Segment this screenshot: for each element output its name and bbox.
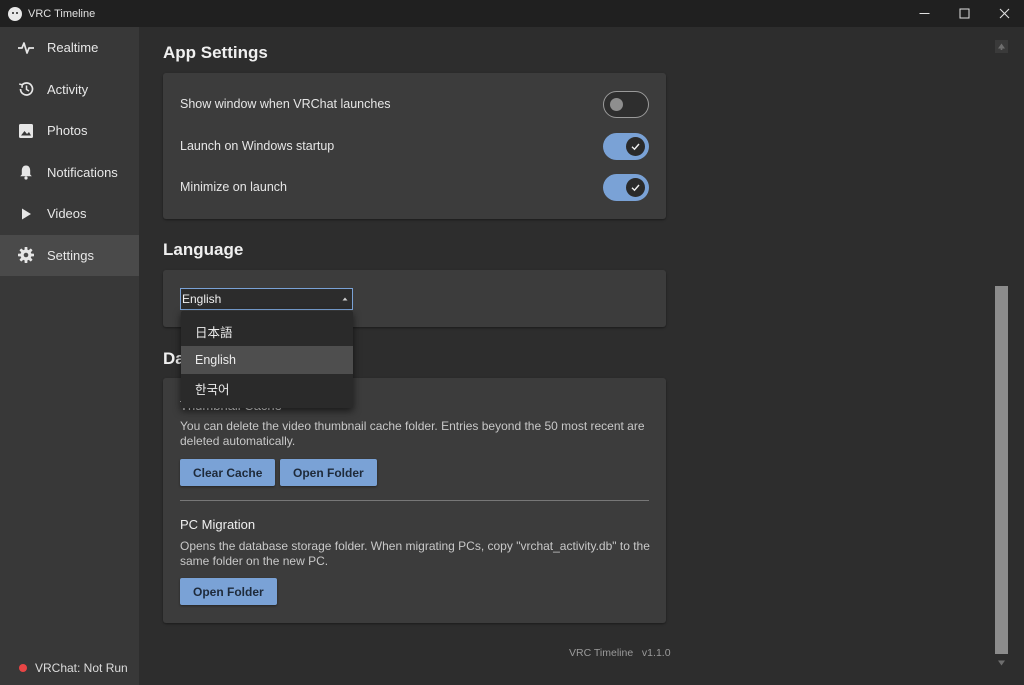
vrchat-status: VRChat: Not Run (19, 661, 128, 675)
close-button[interactable] (984, 0, 1024, 27)
language-option-japanese[interactable]: 日本語 (181, 317, 353, 345)
scroll-down-button[interactable] (995, 656, 1008, 669)
gear-icon (17, 246, 35, 264)
pulse-icon (17, 39, 35, 57)
clear-cache-button[interactable]: Clear Cache (180, 459, 276, 486)
sidebar-item-settings[interactable]: Settings (0, 234, 139, 276)
sidebar-item-label: Photos (47, 123, 88, 139)
window-title: VRC Timeline (28, 7, 96, 20)
minimize-launch-toggle[interactable] (603, 173, 649, 201)
setting-label: Show window when VRChat launches (180, 97, 391, 111)
status-text: VRChat: Not Run (35, 661, 128, 675)
show-window-toggle[interactable] (603, 90, 649, 118)
sidebar-item-activity[interactable]: Activity (0, 69, 139, 111)
pc-migration-description: Opens the database storage folder. When … (180, 539, 650, 568)
close-icon (999, 8, 1009, 19)
arrow-down-icon (998, 660, 1005, 666)
window-controls (904, 0, 1024, 27)
scroll-up-button[interactable] (995, 40, 1008, 53)
open-database-folder-button[interactable]: Open Folder (180, 578, 277, 605)
maximize-button[interactable] (944, 0, 984, 27)
app-logo-icon (8, 6, 22, 21)
minimize-button[interactable] (904, 0, 944, 27)
scrollbar-thumb[interactable] (995, 286, 1008, 654)
setting-row-minimize-launch: Minimize on launch (180, 173, 649, 201)
play-icon (17, 205, 35, 223)
setting-row-show-window: Show window when VRChat launches (180, 90, 649, 118)
status-indicator-icon (19, 664, 27, 672)
sidebar-item-photos[interactable]: Photos (0, 110, 139, 152)
launch-startup-toggle[interactable] (603, 132, 649, 160)
sidebar-item-label: Videos (47, 206, 87, 222)
sidebar-item-label: Notifications (47, 164, 118, 180)
minimize-icon (919, 13, 929, 14)
open-thumbnail-folder-button[interactable]: Open Folder (280, 459, 377, 486)
data-card: Thumbnail Cache You can delete the video… (163, 378, 666, 623)
setting-label: Minimize on launch (180, 180, 287, 194)
language-select-value: English (182, 292, 222, 306)
maximize-icon (959, 8, 969, 19)
check-icon (631, 184, 640, 191)
sidebar-item-videos[interactable]: Videos (0, 193, 139, 235)
sidebar-item-realtime[interactable]: Realtime (0, 27, 139, 69)
language-select[interactable]: English (180, 288, 353, 310)
app-settings-title: App Settings (163, 43, 268, 62)
divider (180, 500, 649, 501)
caret-up-icon (342, 297, 348, 301)
check-icon (631, 143, 640, 150)
history-icon (17, 80, 35, 98)
bell-icon (17, 163, 35, 181)
arrow-up-icon (998, 43, 1005, 50)
sidebar-item-label: Realtime (47, 40, 99, 56)
sidebar: Realtime Activity Photos Notifications V… (0, 27, 139, 685)
app-settings-card: Show window when VRChat launches Launch … (163, 73, 666, 219)
setting-label: Launch on Windows startup (180, 139, 335, 153)
thumbnail-cache-description: You can delete the video thumbnail cache… (180, 419, 645, 448)
language-option-english[interactable]: English (181, 346, 353, 374)
image-icon (17, 122, 35, 140)
app-version: VRC Timeline v1.1.0 (569, 647, 671, 659)
language-title: Language (163, 240, 244, 259)
setting-row-launch-startup: Launch on Windows startup (180, 132, 649, 160)
pc-migration-title: PC Migration (180, 517, 256, 532)
sidebar-item-notifications[interactable]: Notifications (0, 152, 139, 194)
language-option-korean[interactable]: 한국어 (181, 374, 353, 402)
sidebar-item-label: Activity (47, 81, 89, 97)
language-dropdown-menu: 日本語 English 한국어 (181, 311, 353, 408)
sidebar-item-label: Settings (47, 247, 94, 263)
title-bar: VRC Timeline (0, 0, 1024, 27)
